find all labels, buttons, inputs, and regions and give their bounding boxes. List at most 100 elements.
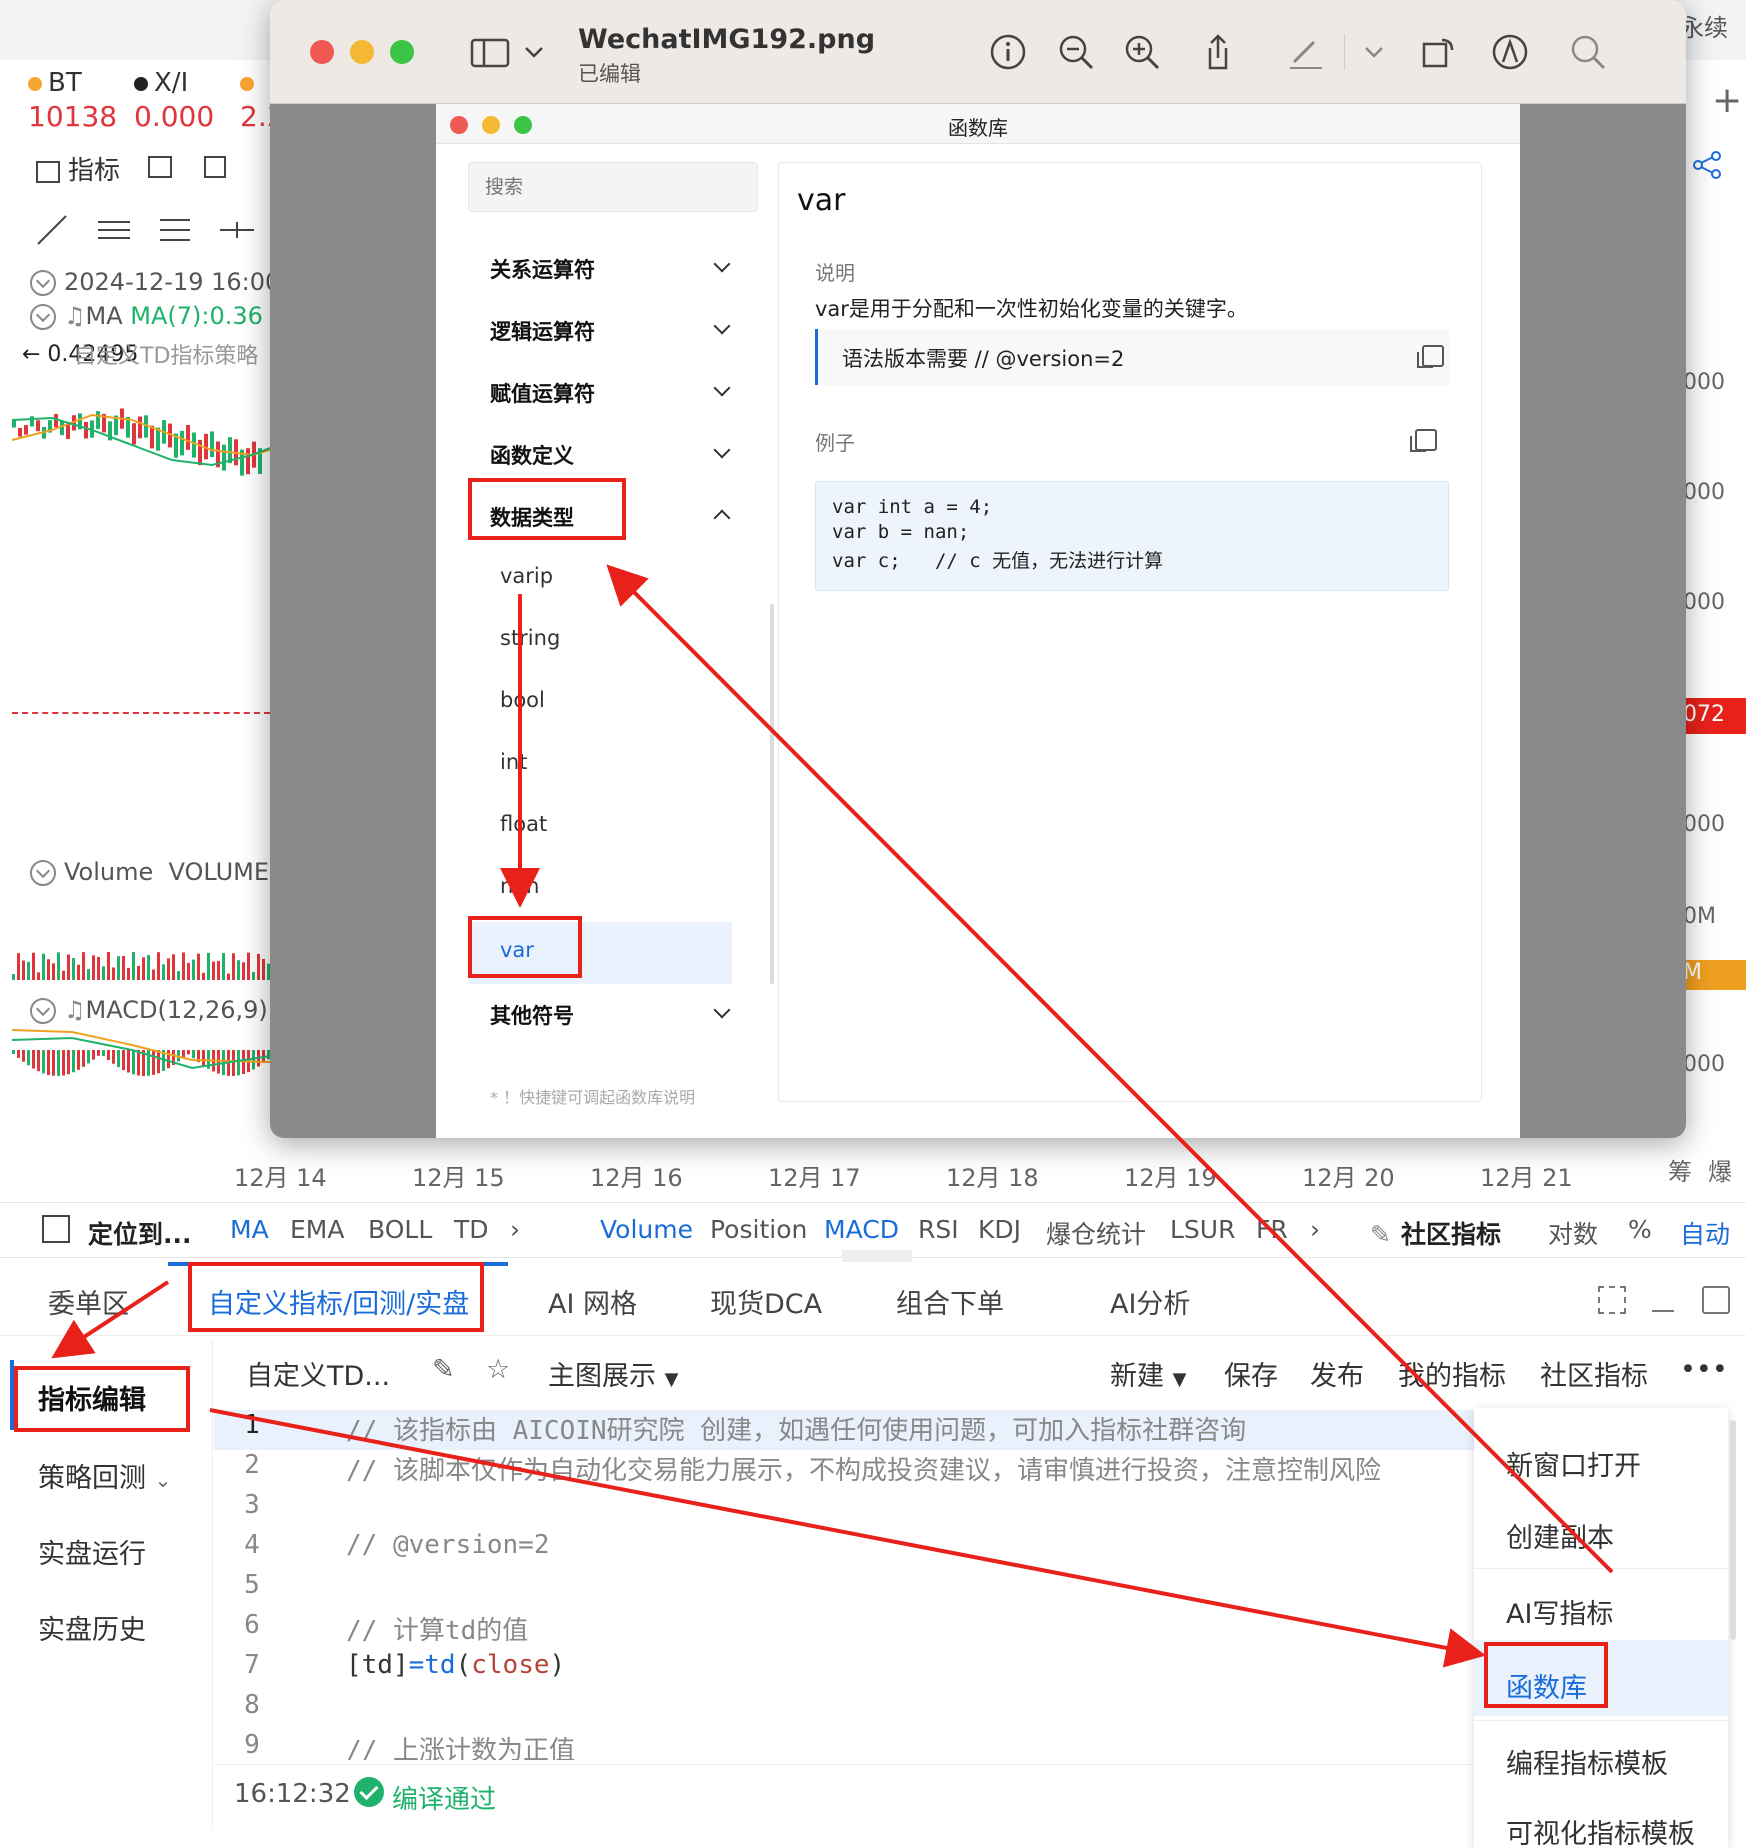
chevron-up-icon[interactable]	[713, 509, 731, 527]
menu-item-code-template[interactable]: 编程指标模板	[1506, 1742, 1668, 1781]
menu-item-visual-template[interactable]: 可视化指标模板	[1506, 1812, 1695, 1848]
star-icon[interactable]: ☆	[486, 1354, 510, 1385]
display-dropdown[interactable]: 主图展示 ▼	[548, 1354, 678, 1393]
minimize-icon[interactable]	[1652, 1310, 1674, 1312]
zoom-in-icon[interactable]	[1122, 32, 1162, 72]
locate-button[interactable]: 定位到...	[88, 1215, 192, 1251]
candle	[198, 439, 202, 466]
menu-item-new-window[interactable]: 新窗口打开	[1506, 1444, 1641, 1483]
tab-ai-grid[interactable]: AI 网格	[548, 1282, 637, 1321]
indicator-liquidation[interactable]: 爆仓统计	[1046, 1215, 1146, 1251]
edit-name-icon[interactable]: ✎	[432, 1354, 455, 1385]
sidebar-toggle-icon[interactable]	[470, 32, 510, 72]
chevron-down-icon[interactable]	[713, 317, 731, 335]
close-button[interactable]	[310, 40, 334, 64]
more-button[interactable]: •••	[1680, 1354, 1728, 1385]
community-indicators[interactable]: ✎ 社区指标	[1370, 1215, 1501, 1251]
indicator-ema[interactable]: EMA	[290, 1215, 344, 1244]
drawing-tools[interactable]	[34, 210, 264, 250]
category-other-symbols[interactable]: 其他符号	[490, 1000, 574, 1030]
volume-bar	[102, 966, 105, 980]
share-icon[interactable]	[1692, 150, 1722, 180]
my-indicators-button[interactable]: 我的指标	[1398, 1354, 1506, 1393]
chevron-down-icon[interactable]	[713, 441, 731, 459]
log-toggle[interactable]: 对数	[1548, 1215, 1598, 1251]
chevron-down-icon[interactable]	[1362, 32, 1386, 72]
category-logical[interactable]: 逻辑运算符	[490, 316, 595, 346]
sidebar-item-live-history[interactable]: 实盘历史	[38, 1608, 146, 1647]
chevron-down-icon[interactable]	[713, 1001, 731, 1019]
markup-pen-icon[interactable]	[1286, 32, 1326, 72]
ticker-btc[interactable]: BT	[28, 68, 82, 98]
community-indicators-button[interactable]: 社区指标	[1540, 1354, 1648, 1393]
bell-icon[interactable]: ♫	[64, 302, 86, 330]
new-dropdown[interactable]: 新建 ▼	[1110, 1354, 1186, 1393]
tab-orders[interactable]: 委单区	[48, 1282, 129, 1321]
data-type-bool[interactable]: bool	[500, 688, 545, 712]
ticker-x[interactable]: X/I	[134, 68, 188, 98]
data-type-string[interactable]: string	[500, 626, 560, 650]
add-tab-icon[interactable]: +	[1712, 80, 1742, 121]
chevron-right-icon[interactable]: ›	[510, 1215, 520, 1244]
maximize-icon[interactable]	[1702, 1286, 1730, 1314]
chevron-down-icon[interactable]	[713, 255, 731, 273]
indicator-lsur[interactable]: LSUR	[1170, 1215, 1235, 1244]
tab-spot-dca[interactable]: 现货DCA	[710, 1282, 822, 1321]
tab-ai-analysis[interactable]: AI分析	[1110, 1282, 1190, 1321]
publish-button[interactable]: 发布	[1310, 1354, 1364, 1393]
chevron-right-icon[interactable]: ›	[1310, 1215, 1320, 1244]
indicator-boll[interactable]: BOLL	[368, 1215, 432, 1244]
copy-icon[interactable]	[1410, 429, 1437, 452]
code-editor[interactable]: 1// 该指标由 AICOIN研究院 创建，如遇任何使用问题，可加入指标社群咨询…	[214, 1410, 1474, 1760]
auto-toggle[interactable]: 自动	[1680, 1215, 1730, 1251]
collapse-icon[interactable]	[30, 304, 56, 330]
search-icon[interactable]	[1568, 32, 1608, 72]
data-type-float[interactable]: float	[500, 812, 547, 836]
indicator-button[interactable]: 指标	[36, 150, 120, 187]
info-icon[interactable]	[988, 32, 1028, 72]
chip-button[interactable]: 筹	[1668, 1152, 1692, 1187]
chevron-down-icon[interactable]	[713, 379, 731, 397]
ticker-third[interactable]	[240, 68, 260, 98]
data-type-varip[interactable]: varip	[500, 564, 553, 588]
rotate-icon[interactable]	[1418, 32, 1458, 72]
category-assignment[interactable]: 赋值运算符	[490, 378, 595, 408]
indicator-fr[interactable]: FR	[1256, 1215, 1288, 1244]
menu-item-ai-write[interactable]: AI写指标	[1506, 1592, 1613, 1631]
data-type-int[interactable]: int	[500, 750, 527, 774]
layout-icon[interactable]	[204, 156, 226, 178]
category-relational[interactable]: 关系运算符	[490, 254, 595, 284]
indicator-position[interactable]: Position	[710, 1215, 807, 1244]
indicator-volume[interactable]: Volume	[600, 1215, 693, 1244]
chevron-down-icon[interactable]	[522, 32, 546, 72]
indicator-td[interactable]: TD	[454, 1215, 489, 1244]
indicator-rsi[interactable]: RSI	[918, 1215, 959, 1244]
popout-icon[interactable]	[1598, 1286, 1626, 1314]
zoom-button[interactable]	[390, 40, 414, 64]
category-scrollbar[interactable]	[770, 604, 774, 984]
save-button[interactable]: 保存	[1224, 1354, 1278, 1393]
indicator-macd[interactable]: MACD	[824, 1215, 899, 1244]
category-function-def[interactable]: 函数定义	[490, 440, 574, 470]
liquidation-button[interactable]: 爆	[1708, 1152, 1732, 1187]
copy-icon[interactable]	[1417, 345, 1444, 368]
tab-combo-order[interactable]: 组合下单	[896, 1282, 1004, 1321]
calendar-icon[interactable]	[42, 1215, 70, 1243]
share-icon[interactable]	[1198, 32, 1238, 72]
indicator-kdj[interactable]: KDJ	[978, 1215, 1021, 1244]
data-type-nan[interactable]: nan	[500, 874, 540, 898]
indicator-ma[interactable]: MA	[230, 1215, 269, 1244]
calendar-icon[interactable]	[148, 156, 172, 178]
zoom-out-icon[interactable]	[1056, 32, 1096, 72]
search-input[interactable]	[468, 162, 758, 212]
minimize-button[interactable]	[350, 40, 374, 64]
percent-toggle[interactable]: %	[1628, 1215, 1652, 1244]
menu-scrollbar[interactable]	[1730, 1420, 1736, 1640]
sidebar-item-live-run[interactable]: 实盘运行	[38, 1532, 146, 1571]
sidebar-item-backtest[interactable]: 策略回测 ⌄	[38, 1456, 171, 1495]
menu-item-duplicate[interactable]: 创建副本	[1506, 1516, 1614, 1555]
collapse-icon[interactable]	[30, 270, 56, 296]
annotate-icon[interactable]	[1490, 32, 1530, 72]
collapse-icon[interactable]	[30, 860, 56, 886]
description-text: var是用于分配和一次性初始化变量的关键字。	[815, 297, 1248, 321]
